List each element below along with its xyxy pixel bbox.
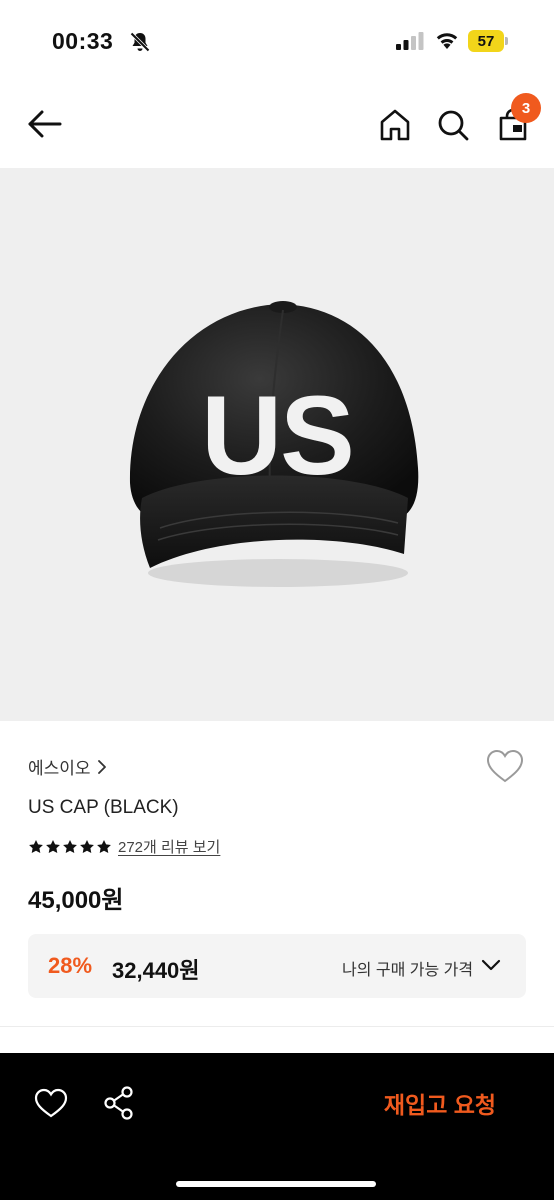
chevron-down-icon <box>481 959 501 971</box>
search-icon[interactable] <box>436 108 470 142</box>
rating-stars <box>28 839 112 855</box>
heart-icon[interactable] <box>34 1087 68 1119</box>
bottom-action-bar: 재입고 요청 <box>0 1053 554 1200</box>
chevron-right-icon <box>97 759 106 774</box>
star-icon <box>97 839 111 853</box>
battery-icon: 57 <box>468 30 508 52</box>
cart-count-badge: 3 <box>511 93 541 123</box>
status-time: 00:33 <box>52 28 114 54</box>
star-icon <box>46 839 60 853</box>
brand-link[interactable]: 에스이오 <box>28 754 107 779</box>
my-price-label: 나의 구매 가능 가격 <box>342 962 474 979</box>
cap-lettering: US <box>201 373 353 498</box>
star-icon <box>80 839 94 853</box>
home-icon[interactable] <box>378 108 412 142</box>
rating-row: 272개 리뷰 보기 <box>28 836 220 857</box>
restock-request-button[interactable]: 재입고 요청 <box>360 1083 520 1123</box>
home-indicator <box>176 1181 376 1187</box>
brand-name: 에스이오 <box>28 759 91 778</box>
product-image[interactable]: US <box>0 168 554 721</box>
wifi-icon <box>436 33 458 49</box>
product-name: US CAP (BLACK) <box>28 797 179 818</box>
battery-level: 57 <box>468 30 504 52</box>
original-price: 45,000원 <box>28 887 124 914</box>
cap-photo: US <box>129 301 419 587</box>
discount-price: 32,440원 <box>112 958 200 983</box>
status-bar: 00:33 57 <box>0 0 554 80</box>
my-price-dropdown[interactable]: 28% 32,440원 나의 구매 가능 가격 <box>28 934 526 998</box>
bell-off-icon <box>130 32 150 52</box>
discount-rate: 28% <box>48 953 93 978</box>
star-icon <box>29 839 43 853</box>
share-icon[interactable] <box>102 1085 136 1121</box>
divider <box>0 1026 554 1027</box>
back-arrow-icon[interactable] <box>24 106 66 142</box>
nav-bar <box>0 80 554 168</box>
heart-icon[interactable] <box>486 748 524 786</box>
review-link[interactable]: 272개 리뷰 보기 <box>118 836 220 857</box>
star-icon <box>63 839 77 853</box>
signal-icon <box>396 32 424 50</box>
